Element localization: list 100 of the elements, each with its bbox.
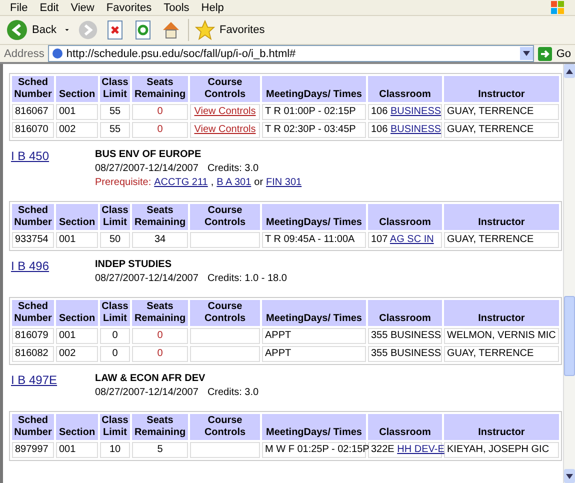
column-header: MeetingDays/ Times (262, 76, 366, 102)
building-link[interactable]: BUSINESS (390, 124, 442, 135)
prerequisite-label: Prerequisite: (95, 177, 152, 188)
course-title: INDEP STUDIES (95, 259, 172, 270)
table-cell: GUAY, TERRENCE (444, 122, 559, 138)
column-header: Course Controls (190, 300, 260, 326)
menu-item[interactable]: Favorites (100, 2, 158, 14)
table-cell: 0 (100, 328, 130, 344)
menu-item[interactable]: Tools (158, 2, 196, 14)
table-cell: 5 (132, 442, 188, 458)
prerequisite-link[interactable]: FIN 301 (266, 177, 302, 188)
course-code-link[interactable]: I B 497E (11, 373, 95, 387)
column-header: Sched Number (12, 76, 54, 102)
table-cell: 816082 (12, 346, 54, 362)
table-cell: 34 (132, 232, 188, 248)
course-code-link[interactable]: I B 450 (11, 149, 95, 163)
column-header: Classroom (368, 204, 442, 230)
back-button[interactable]: Back (6, 19, 56, 41)
course-title: LAW & ECON AFR DEV (95, 373, 206, 384)
favorites-button[interactable]: Favorites (195, 20, 265, 40)
column-header: Course Controls (190, 414, 260, 440)
prerequisite-link[interactable]: ACCTG 211 (154, 177, 208, 188)
star-icon (195, 20, 216, 40)
table-cell: 816067 (12, 104, 54, 120)
table-cell: 897997 (12, 442, 54, 458)
prerequisite-link[interactable]: B A 301 (216, 177, 252, 188)
column-header: Seats Remaining (132, 76, 188, 102)
room-number: 106 (371, 124, 388, 135)
table-cell: 816070 (12, 122, 54, 138)
building-link[interactable]: HH DEV-E (397, 444, 444, 455)
table-cell: 0 (132, 328, 188, 344)
windows-flag-icon (551, 1, 565, 14)
column-header: Section (56, 300, 98, 326)
table-cell: T R 02:30P - 03:45P (262, 122, 366, 138)
column-header: Class Limit (100, 204, 130, 230)
down-arrow-icon (566, 474, 573, 478)
building-link[interactable]: AG SC IN (390, 234, 434, 245)
view-controls-link[interactable]: View Controls (194, 106, 256, 117)
table-cell: T R 01:00P - 02:15P (262, 104, 366, 120)
page-icon (52, 48, 64, 59)
table-cell: WELMON, VERNIS MIC (444, 328, 559, 344)
address-label: Address (4, 48, 44, 60)
table-cell: 55 (100, 104, 130, 120)
column-header: Instructor (444, 414, 559, 440)
scrollbar-thumb[interactable] (564, 296, 575, 376)
menu-item[interactable]: Help (195, 2, 230, 14)
scroll-up-button[interactable] (564, 64, 575, 78)
room-number: 107 (371, 234, 388, 245)
menu-item[interactable]: View (64, 2, 100, 14)
column-header: Seats Remaining (132, 414, 188, 440)
course-credits: Credits: 1.0 - 18.0 (207, 273, 287, 284)
table-cell: 50 (100, 232, 130, 248)
column-header: Class Limit (100, 414, 130, 440)
table-cell: 002 (56, 346, 98, 362)
table-cell: APPT (262, 328, 366, 344)
table-cell: 0 (100, 346, 130, 362)
column-header: Classroom (368, 76, 442, 102)
room-number: 322E (371, 444, 394, 455)
table-cell: 0 (132, 122, 188, 138)
column-header: MeetingDays/ Times (262, 204, 366, 230)
menu-item[interactable]: Edit (34, 2, 65, 14)
table-cell: GUAY, TERRENCE (444, 346, 559, 362)
column-header: Seats Remaining (132, 204, 188, 230)
column-header: Classroom (368, 300, 442, 326)
column-header: MeetingDays/ Times (262, 414, 366, 440)
column-header: Seats Remaining (132, 300, 188, 326)
scroll-down-button[interactable] (564, 469, 575, 483)
menu-item[interactable]: File (4, 2, 34, 14)
column-header: Instructor (444, 76, 559, 102)
building-link[interactable]: BUSINESS (390, 106, 442, 117)
table-cell: T R 09:45A - 11:00A (262, 232, 366, 248)
room-number: 106 (371, 106, 388, 117)
dropdown-icon[interactable] (520, 47, 534, 60)
separator-text: , (210, 177, 214, 188)
view-controls-link[interactable]: View Controls (194, 124, 256, 135)
course-credits: Credits: 3.0 (207, 387, 259, 398)
column-header: Sched Number (12, 414, 54, 440)
room-number: 355 (371, 330, 388, 341)
course-dates: 08/27/2007-12/14/2007 (95, 163, 198, 174)
column-header: Sched Number (12, 300, 54, 326)
column-header: Course Controls (190, 204, 260, 230)
column-header: Course Controls (190, 76, 260, 102)
column-header: Instructor (444, 300, 559, 326)
column-header: Classroom (368, 414, 442, 440)
table-cell: 10 (100, 442, 130, 458)
table-cell: 0 (132, 104, 188, 120)
table-cell: 001 (56, 328, 98, 344)
table-cell: 001 (56, 442, 98, 458)
course-credits: Credits: 3.0 (207, 163, 259, 174)
table-cell: GUAY, TERRENCE (444, 104, 559, 120)
address-field[interactable]: http://schedule.psu.edu/soc/fall/up/i-o/i_b.html# (48, 45, 534, 62)
column-header: Section (56, 414, 98, 440)
table-cell: 55 (100, 122, 130, 138)
column-header: Class Limit (100, 300, 130, 326)
go-button[interactable]: Go (538, 46, 571, 60)
table-cell: 001 (56, 232, 98, 248)
course-code-link[interactable]: I B 496 (11, 259, 95, 273)
separator-text: or (254, 177, 264, 188)
column-header: Class Limit (100, 76, 130, 102)
table-cell: 002 (56, 122, 98, 138)
